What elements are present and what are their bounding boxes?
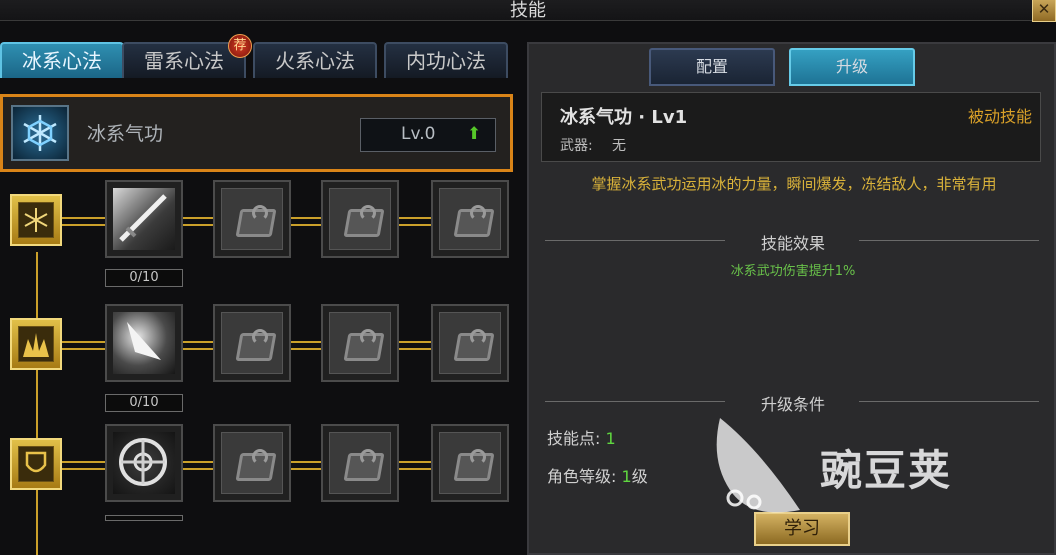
tree-connector — [399, 217, 431, 219]
skill-slot-shield[interactable] — [105, 424, 183, 502]
window-title: 技能 — [510, 0, 546, 21]
tree-connector — [183, 468, 213, 470]
tree-connector — [183, 348, 213, 350]
locked-skill-slot[interactable] — [213, 304, 291, 382]
tree-connector — [62, 461, 106, 463]
tree-connector — [183, 224, 213, 226]
skill-slot-sword[interactable] — [105, 180, 183, 258]
tree-connector — [291, 217, 321, 219]
selected-skill-name: 冰系气功 — [87, 123, 164, 145]
tab-ice[interactable]: 冰系心法 — [0, 42, 124, 78]
role-level-unit: 级 — [631, 467, 648, 486]
tree-connector — [183, 461, 213, 463]
tab-inner-label: 内功心法 — [406, 49, 486, 73]
skill-type: 被动技能 — [967, 107, 1032, 126]
skill-info-name: 冰系气功 · Lv1 — [560, 107, 688, 128]
tree-connector — [62, 341, 106, 343]
tree-connector — [62, 348, 106, 350]
tab-thunder[interactable]: 雷系心法 荐 — [122, 34, 252, 78]
tree-connector — [183, 341, 213, 343]
skill-description: 掌握冰系武功运用冰的力量，瞬间爆发，冻结敌人，非常有用 — [591, 175, 997, 193]
wheel-shield-skill-icon — [113, 432, 175, 494]
tab-config[interactable]: 配置 — [649, 48, 775, 86]
tree-connector — [399, 224, 431, 226]
locked-book-icon — [439, 188, 501, 250]
tree-connector — [291, 224, 321, 226]
snowflake-badge-icon[interactable] — [10, 194, 62, 246]
locked-skill-slot[interactable] — [321, 424, 399, 502]
sword-skill-icon — [113, 188, 175, 250]
locked-skill-slot[interactable] — [213, 424, 291, 502]
skill-points-value: 1 — [605, 429, 616, 448]
tab-thunder-label: 雷系心法 — [144, 49, 224, 73]
role-level-value: 1 — [621, 467, 632, 486]
tree-connector — [62, 224, 106, 226]
tree-connector — [399, 348, 431, 350]
tree-connector — [291, 461, 321, 463]
close-button[interactable]: ✕ — [1032, 0, 1056, 22]
ice-skill-icon — [11, 105, 69, 161]
locked-book-icon — [439, 312, 501, 374]
tree-connector — [399, 461, 431, 463]
tab-fire-label: 火系心法 — [275, 49, 355, 73]
watermark-text: 豌豆荚 — [820, 446, 953, 495]
locked-book-icon — [221, 432, 283, 494]
upgrade-arrow-icon[interactable]: ⬆ — [467, 124, 481, 144]
locked-book-icon — [329, 432, 391, 494]
tree-connector — [399, 468, 431, 470]
tab-ice-label: 冰系心法 — [22, 49, 102, 73]
selected-skill-header[interactable]: 冰系气功 Lv.0 ⬆ — [0, 94, 513, 172]
skill-points-label: 技能点: — [547, 429, 601, 448]
level-text: Lv.0 — [401, 124, 436, 144]
tree-connector — [291, 341, 321, 343]
locked-book-icon — [329, 312, 391, 374]
tree-vertical-line — [36, 252, 38, 555]
locked-skill-slot[interactable] — [321, 180, 399, 258]
tab-fire[interactable]: 火系心法 — [253, 42, 377, 78]
tree-connector — [183, 217, 213, 219]
level-display: Lv.0 ⬆ — [360, 118, 496, 152]
locked-skill-slot[interactable] — [321, 304, 399, 382]
role-level-row: 角色等级: 1级 — [547, 463, 648, 487]
locked-book-icon — [221, 188, 283, 250]
locked-book-icon — [329, 188, 391, 250]
tab-upgrade[interactable]: 升级 — [789, 48, 915, 86]
weapon-value: 无 — [612, 138, 626, 154]
skill-points-row: 技能点: 1 — [547, 425, 616, 449]
locked-book-icon — [221, 312, 283, 374]
skill-progress: 0/10 — [105, 269, 183, 287]
effect-title: 技能效果 — [760, 234, 825, 253]
locked-skill-slot[interactable] — [431, 180, 509, 258]
shield-emblem-icon[interactable] — [10, 438, 62, 490]
skill-progress — [105, 515, 183, 521]
tree-connector — [62, 468, 106, 470]
blade-tip-skill-icon — [113, 312, 175, 374]
effect-text: 冰系武功伤害提升1% — [730, 264, 856, 279]
recommend-badge: 荐 — [228, 34, 252, 58]
title-bar: 技能 ✕ — [0, 0, 1056, 22]
tree-connector — [62, 217, 106, 219]
locked-skill-slot[interactable] — [431, 304, 509, 382]
skill-slot-blade[interactable] — [105, 304, 183, 382]
skill-info-header: 冰系气功 · Lv1 被动技能 武器: 无 — [541, 92, 1041, 162]
role-level-label: 角色等级: — [547, 467, 617, 486]
weapon-label: 武器: — [560, 138, 593, 154]
tree-connector — [399, 341, 431, 343]
skill-tree-panel: 冰系心法 雷系心法 荐 火系心法 内功心法 冰系气功 Lv.0 ⬆ 0/10 0… — [0, 34, 515, 555]
locked-book-icon — [439, 432, 501, 494]
skill-progress: 0/10 — [105, 394, 183, 412]
locked-skill-slot[interactable] — [431, 424, 509, 502]
tab-inner[interactable]: 内功心法 — [384, 42, 508, 78]
locked-skill-slot[interactable] — [213, 180, 291, 258]
tree-connector — [291, 348, 321, 350]
tree-connector — [291, 468, 321, 470]
flame-burst-icon[interactable] — [10, 318, 62, 370]
